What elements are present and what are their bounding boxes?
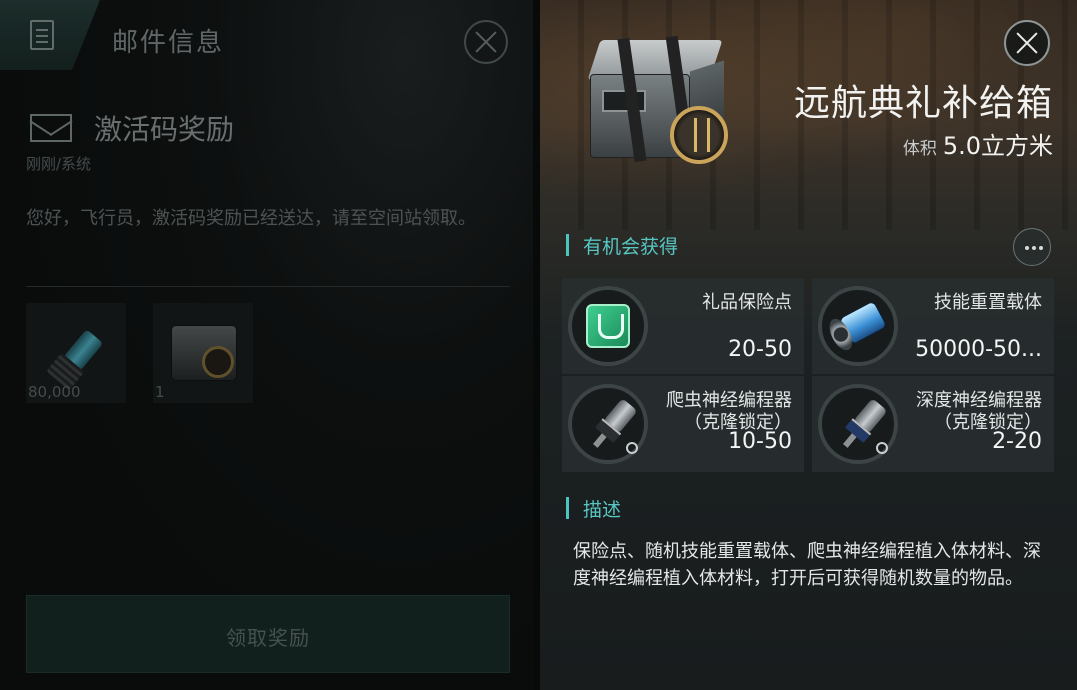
close-icon xyxy=(1015,31,1039,55)
mail-close-button[interactable] xyxy=(464,20,508,64)
reward-card[interactable]: 技能重置载体 50000-50... xyxy=(812,278,1054,374)
reward-icon-ring xyxy=(568,384,648,464)
claim-reward-label: 领取奖励 xyxy=(226,626,310,650)
mail-divider xyxy=(26,286,510,287)
section-accent-bar xyxy=(566,234,569,256)
attachment-item[interactable]: 80,000 xyxy=(26,303,126,403)
crawler-neural-programmer-icon xyxy=(574,388,650,464)
panel-divider xyxy=(533,0,540,690)
reward-range: 2-20 xyxy=(992,429,1042,454)
claim-reward-button[interactable]: 领取奖励 xyxy=(26,595,510,673)
supply-box-icon xyxy=(171,325,237,381)
mail-panel-title: 邮件信息 xyxy=(112,28,225,58)
section-accent-bar xyxy=(566,497,569,519)
reward-card[interactable]: 爬虫神经编程器 （克隆锁定） 10-50 xyxy=(562,376,804,472)
mail-meta: 刚刚/系统 xyxy=(26,155,92,173)
reward-name: 爬虫神经编程器 （克隆锁定） xyxy=(666,390,792,433)
deep-neural-programmer-icon xyxy=(824,388,900,464)
emblem-icon xyxy=(670,106,728,164)
item-name: 远航典礼补给箱 xyxy=(793,83,1053,124)
item-description: 保险点、随机技能重置载体、爬虫神经编程植入体材料、深度神经编程植入体材料，打开后… xyxy=(573,541,1041,589)
mail-panel: 邮件信息 激活码奖励 刚刚/系统 您好，飞行员，激活码奖励已经送达，请至空间站领… xyxy=(0,0,540,690)
reward-icon-ring xyxy=(818,286,898,366)
attachment-qty: 80,000 xyxy=(28,383,81,401)
section-desc-title: 描述 xyxy=(583,499,622,521)
attachment-item[interactable]: 1 xyxy=(153,303,253,403)
reward-range: 50000-50... xyxy=(915,337,1042,362)
reward-name: 技能重置载体 xyxy=(934,292,1042,313)
section-rewards-title: 有机会获得 xyxy=(583,236,679,258)
envelope-icon xyxy=(30,114,72,142)
reward-card[interactable]: 深度神经编程器 （克隆锁定） 2-20 xyxy=(812,376,1054,472)
gift-insurance-icon xyxy=(586,304,630,348)
volume-value: 5.0立方米 xyxy=(942,132,1053,160)
item-volume: 体积 5.0立方米 xyxy=(903,126,1053,161)
clone-lock-icon xyxy=(876,442,888,454)
reward-icon-ring xyxy=(818,384,898,464)
item-close-button[interactable] xyxy=(1004,20,1050,66)
attachment-qty: 1 xyxy=(155,383,165,401)
more-options-button[interactable] xyxy=(1013,228,1051,266)
supply-box-icon xyxy=(586,35,732,166)
skill-reset-carrier-icon xyxy=(824,295,894,358)
item-detail-panel: 远航典礼补给箱 体积 5.0立方米 有机会获得 礼品保险点 20-50 技能重置载… xyxy=(540,0,1077,690)
clone-lock-icon xyxy=(626,442,638,454)
mail-header: 邮件信息 xyxy=(0,0,540,76)
reward-card[interactable]: 礼品保险点 20-50 xyxy=(562,278,804,374)
volume-label: 体积 xyxy=(902,139,937,159)
document-icon xyxy=(30,20,54,50)
mail-body: 您好，飞行员，激活码奖励已经送达，请至空间站领取。 xyxy=(26,208,476,229)
reward-icon-ring xyxy=(568,286,648,366)
reward-name: 深度神经编程器 （克隆锁定） xyxy=(916,390,1042,433)
reward-range: 20-50 xyxy=(728,337,792,362)
reward-range: 10-50 xyxy=(728,429,792,454)
reward-name: 礼品保险点 xyxy=(702,292,792,313)
mail-subject: 激活码奖励 xyxy=(94,113,235,146)
close-icon xyxy=(474,30,498,54)
